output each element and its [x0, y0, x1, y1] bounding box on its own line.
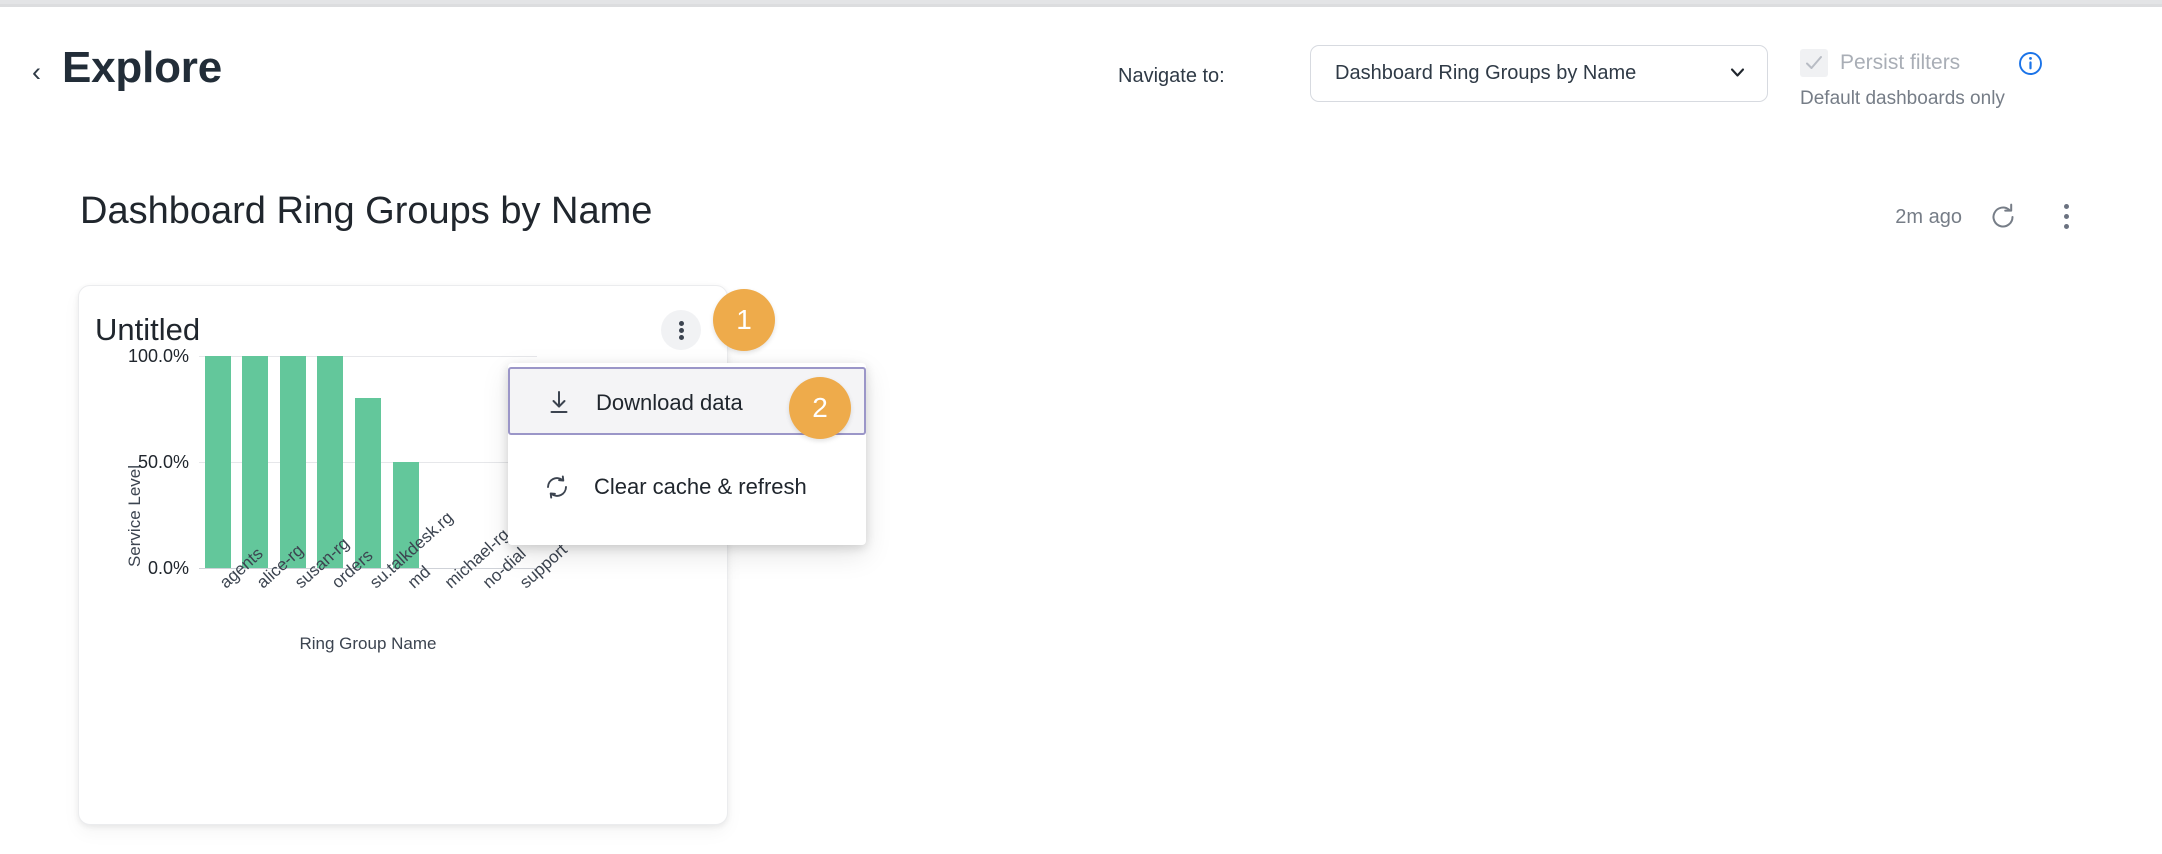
- navigate-to-value: Dashboard Ring Groups by Name: [1335, 62, 1637, 84]
- y-tick-label-100: 100.0%: [127, 346, 189, 366]
- refresh-cycle-icon: [542, 472, 572, 502]
- bar-susan-rg[interactable]: [279, 356, 306, 568]
- refresh-icon[interactable]: [1988, 202, 2018, 232]
- chevron-left-icon[interactable]: ‹: [32, 59, 41, 86]
- persist-filters-checkbox[interactable]: [1800, 49, 1828, 77]
- bar-su.talkdesk.rg[interactable]: [355, 398, 381, 568]
- dashboard-title: Dashboard Ring Groups by Name: [80, 190, 653, 232]
- window-top-strip-inner: [0, 0, 2162, 4]
- info-icon[interactable]: [2018, 51, 2043, 76]
- persist-filters-sublabel: Default dashboards only: [1800, 88, 2005, 109]
- dashboard-meta: 2m ago: [1862, 198, 2162, 244]
- window-top-strip: [0, 0, 2162, 7]
- navigate-to-select[interactable]: Dashboard Ring Groups by Name: [1310, 45, 1768, 102]
- clear-cache-refresh-menu-item[interactable]: Clear cache & refresh: [508, 453, 866, 521]
- dashboard-more-vertical-icon[interactable]: [2052, 200, 2082, 234]
- bar-alice-rg[interactable]: [242, 356, 269, 568]
- download-data-label: Download data: [596, 390, 743, 415]
- bar-agents[interactable]: [204, 356, 231, 568]
- widget-kebab-button[interactable]: [661, 310, 701, 350]
- download-icon: [544, 388, 574, 418]
- persist-filters-group: Persist filters Default dashboards only: [1800, 45, 2120, 115]
- navigate-to-label: Navigate to:: [1118, 65, 1225, 87]
- y-tick-label-50: 50.0%: [137, 452, 189, 472]
- page-title: Explore: [62, 43, 222, 92]
- explore-page: ‹ Explore Navigate to: Dashboard Ring Gr…: [0, 0, 2162, 854]
- y-tick-label-0: 0.0%: [147, 558, 189, 578]
- widget-title: Untitled: [95, 312, 201, 347]
- page-header: ‹ Explore Navigate to: Dashboard Ring Gr…: [0, 7, 2162, 147]
- last-refreshed-label: 2m ago: [1895, 206, 1962, 228]
- annotation-badge-2: 2: [789, 377, 851, 439]
- persist-filters-label: Persist filters: [1840, 51, 1961, 74]
- clear-cache-refresh-label: Clear cache & refresh: [594, 474, 807, 499]
- chevron-down-icon: [1730, 65, 1745, 80]
- x-axis-title: Ring Group Name: [299, 634, 437, 653]
- annotation-badge-1: 1: [713, 289, 775, 351]
